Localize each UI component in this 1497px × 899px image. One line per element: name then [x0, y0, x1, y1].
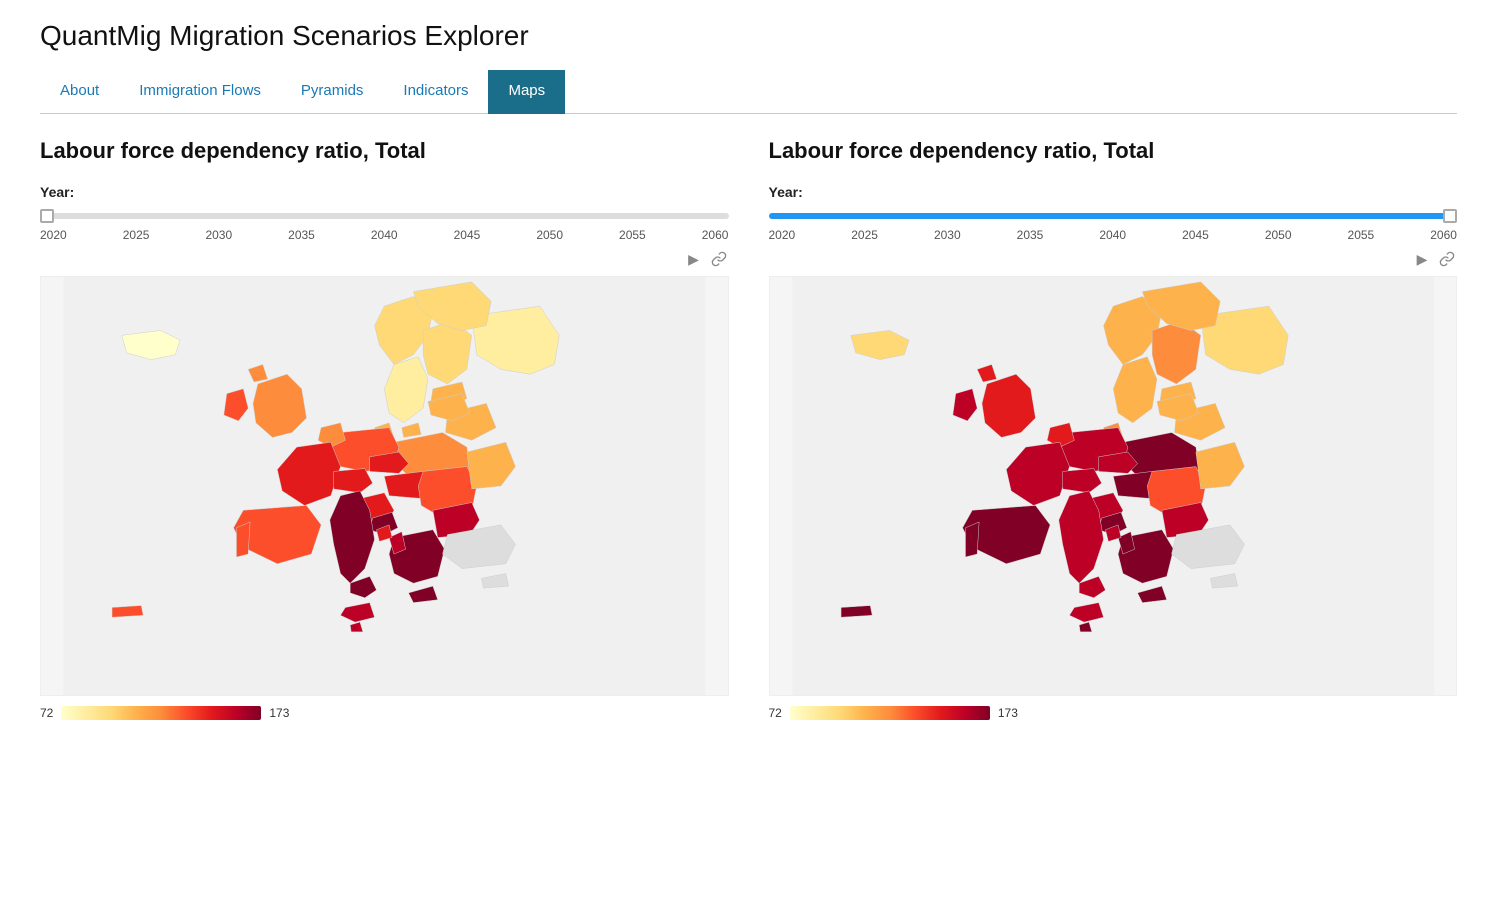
right-legend: 72 173: [769, 706, 1458, 720]
left-legend-max: 173: [269, 706, 289, 720]
left-year-label: Year:: [40, 184, 729, 200]
nav-about[interactable]: About: [40, 70, 119, 114]
right-legend-bar: [790, 706, 990, 720]
navigation: About Immigration Flows Pyramids Indicat…: [40, 70, 1457, 114]
nav-immigration-flows[interactable]: Immigration Flows: [119, 70, 281, 114]
nav-pyramids[interactable]: Pyramids: [281, 70, 384, 114]
app-title: QuantMig Migration Scenarios Explorer: [40, 20, 1457, 52]
left-legend-min: 72: [40, 706, 53, 720]
left-play-button[interactable]: ▶: [685, 250, 703, 268]
right-year-ticks: 2020 2025 2030 2035 2040 2045 2050 2055 …: [769, 228, 1458, 242]
left-slider-container: [40, 206, 729, 224]
left-legend-bar: [61, 706, 261, 720]
left-map-panel: Labour force dependency ratio, Total Yea…: [40, 138, 729, 720]
left-year-ticks: 2020 2025 2030 2035 2040 2045 2050 2055 …: [40, 228, 729, 242]
right-map-title: Labour force dependency ratio, Total: [769, 138, 1458, 164]
right-legend-min: 72: [769, 706, 782, 720]
left-map-controls: ▶: [40, 250, 729, 268]
maps-section: Labour force dependency ratio, Total Yea…: [40, 138, 1457, 720]
nav-indicators[interactable]: Indicators: [383, 70, 488, 114]
right-year-slider[interactable]: [769, 213, 1458, 219]
left-year-slider[interactable]: [40, 213, 729, 219]
right-year-label: Year:: [769, 184, 1458, 200]
right-map-visual: [769, 276, 1458, 696]
right-map-panel: Labour force dependency ratio, Total Yea…: [769, 138, 1458, 720]
left-map-visual: [40, 276, 729, 696]
nav-maps[interactable]: Maps: [488, 70, 565, 114]
left-link-button[interactable]: [711, 250, 729, 268]
right-legend-max: 173: [998, 706, 1018, 720]
right-link-button[interactable]: [1439, 250, 1457, 268]
left-legend: 72 173: [40, 706, 729, 720]
left-map-title: Labour force dependency ratio, Total: [40, 138, 729, 164]
right-play-button[interactable]: ▶: [1413, 250, 1431, 268]
right-slider-container: [769, 206, 1458, 224]
right-map-controls: ▶: [769, 250, 1458, 268]
